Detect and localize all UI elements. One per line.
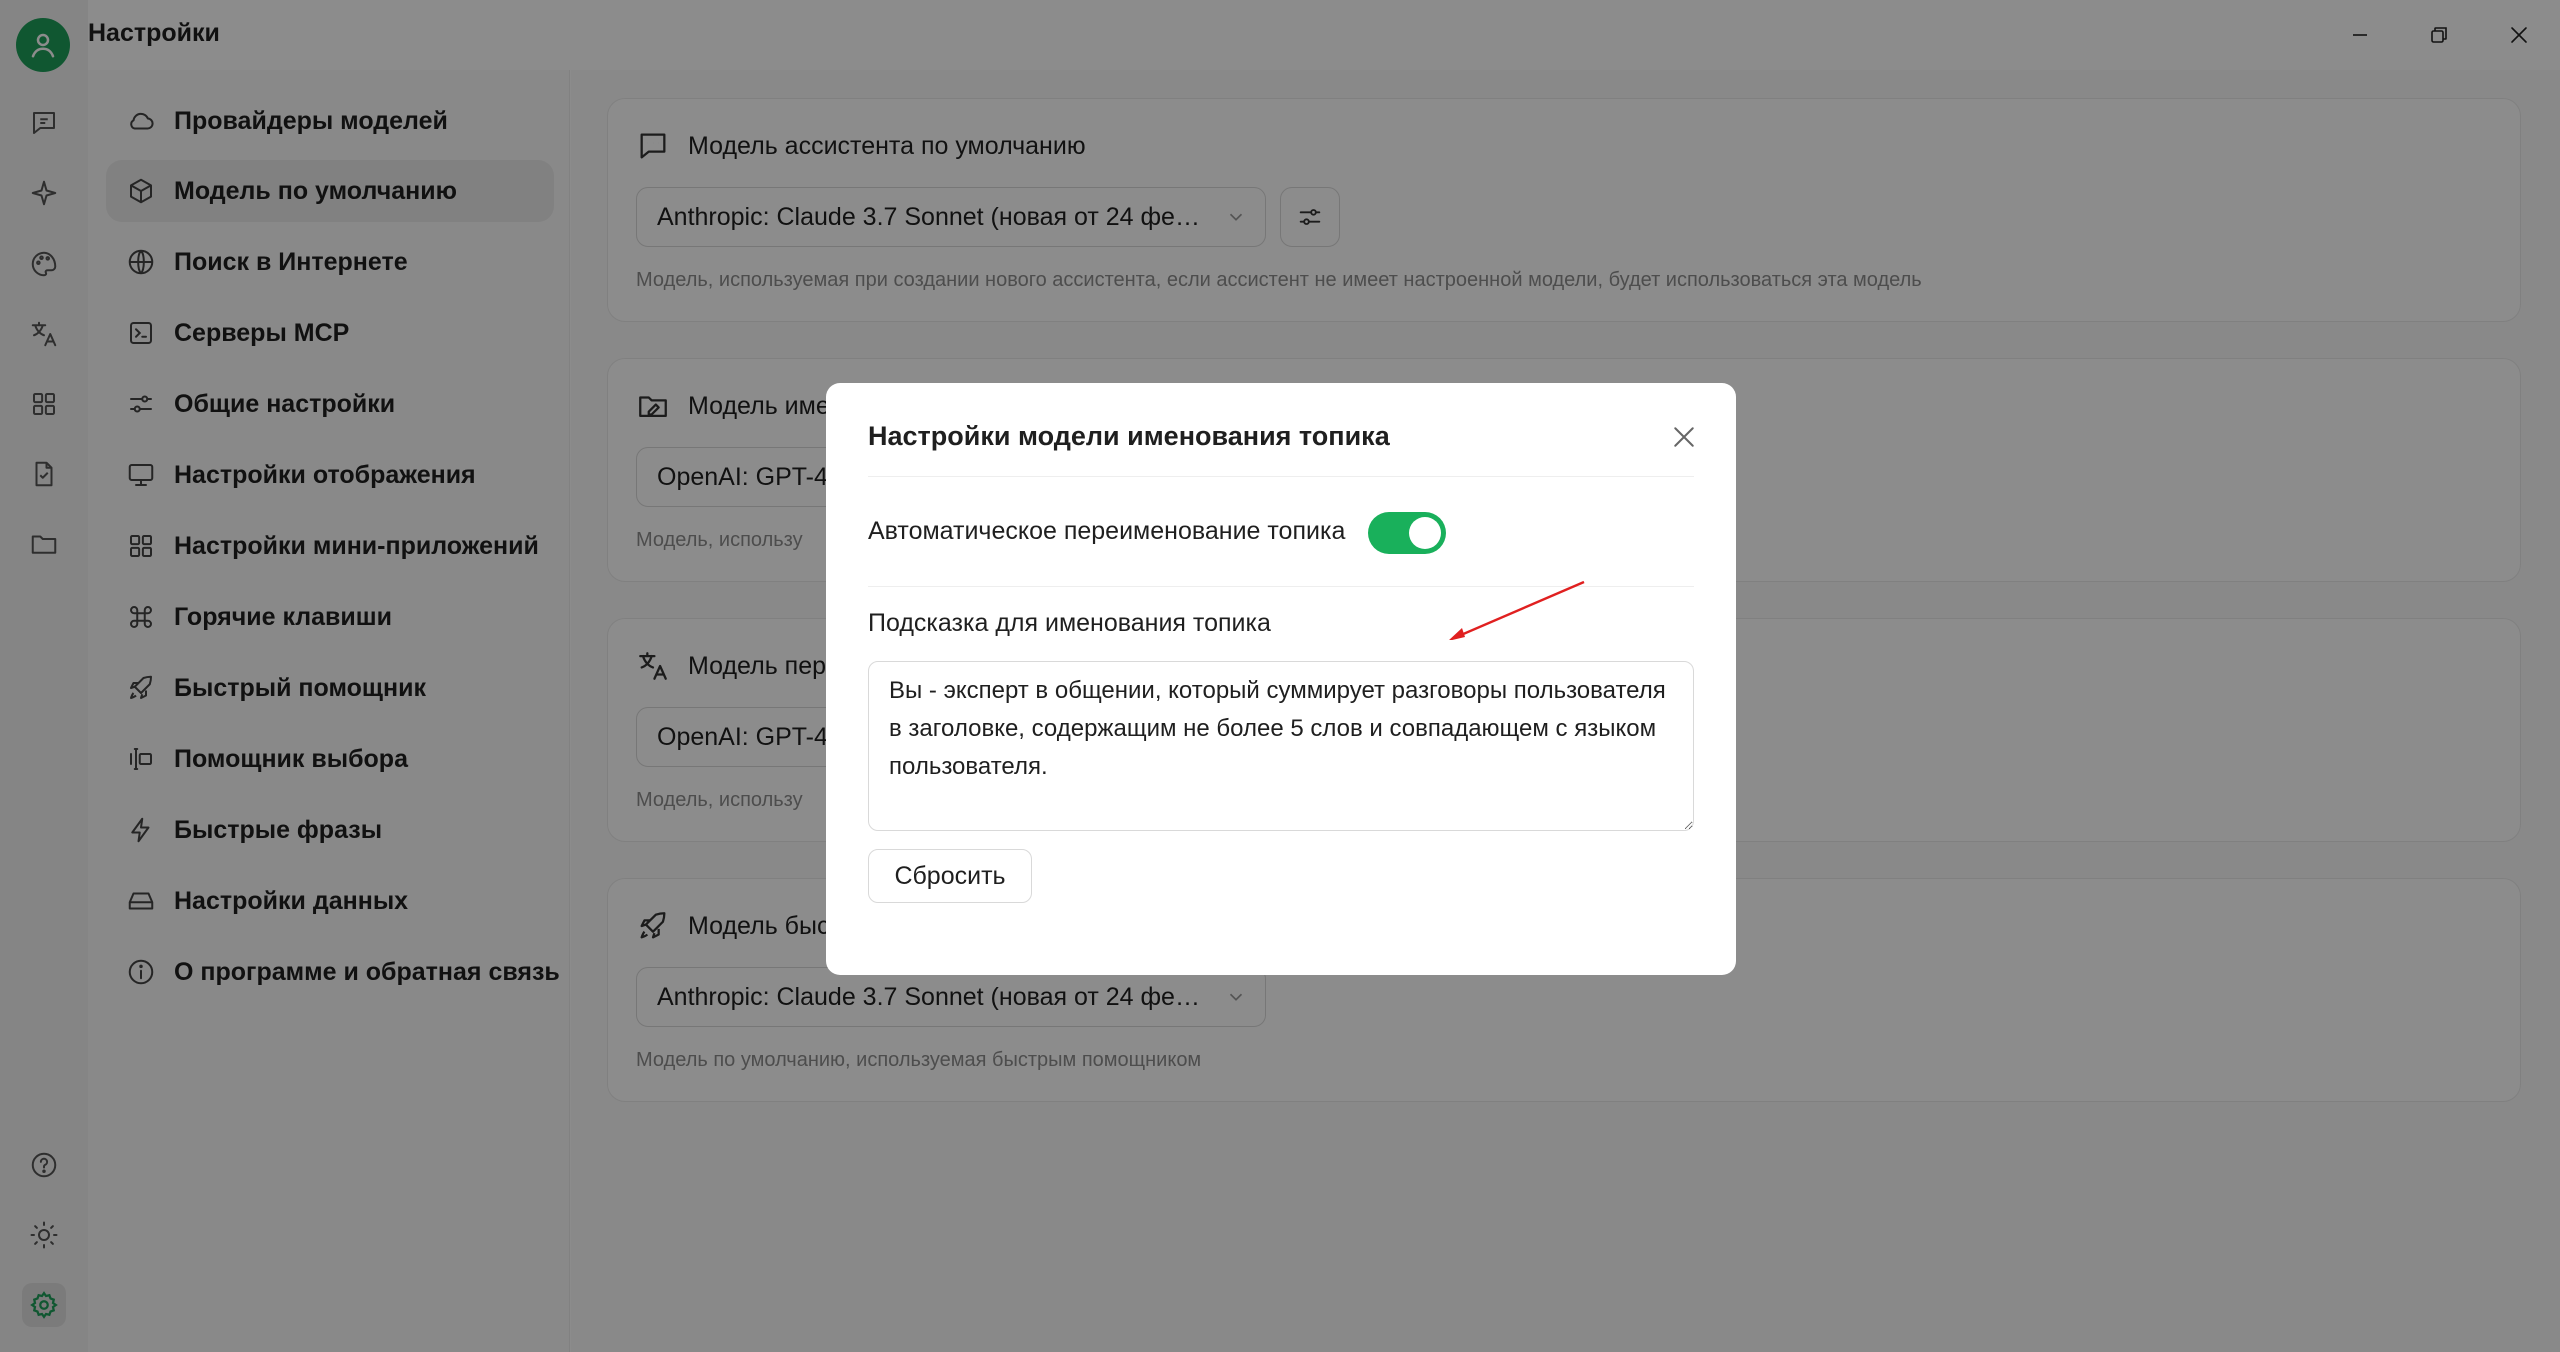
annotation-arrow xyxy=(1449,580,1585,640)
divider xyxy=(868,476,1694,477)
topic-naming-settings-dialog: Настройки модели именования топика Автом… xyxy=(826,383,1736,975)
auto-rename-label: Автоматическое переименование топика xyxy=(868,517,1346,545)
dialog-title: Настройки модели именования топика xyxy=(868,421,1390,451)
reset-button[interactable]: Сбросить xyxy=(868,849,1032,903)
dialog-close-button[interactable] xyxy=(1666,419,1702,455)
close-icon xyxy=(1674,427,1694,447)
topic-naming-prompt-textarea[interactable]: Вы - эксперт в общении, который суммируе… xyxy=(868,661,1694,831)
toggle-knob xyxy=(1409,517,1441,549)
auto-rename-toggle[interactable] xyxy=(1368,512,1446,554)
prompt-label: Подсказка для именования топика xyxy=(868,609,1271,637)
